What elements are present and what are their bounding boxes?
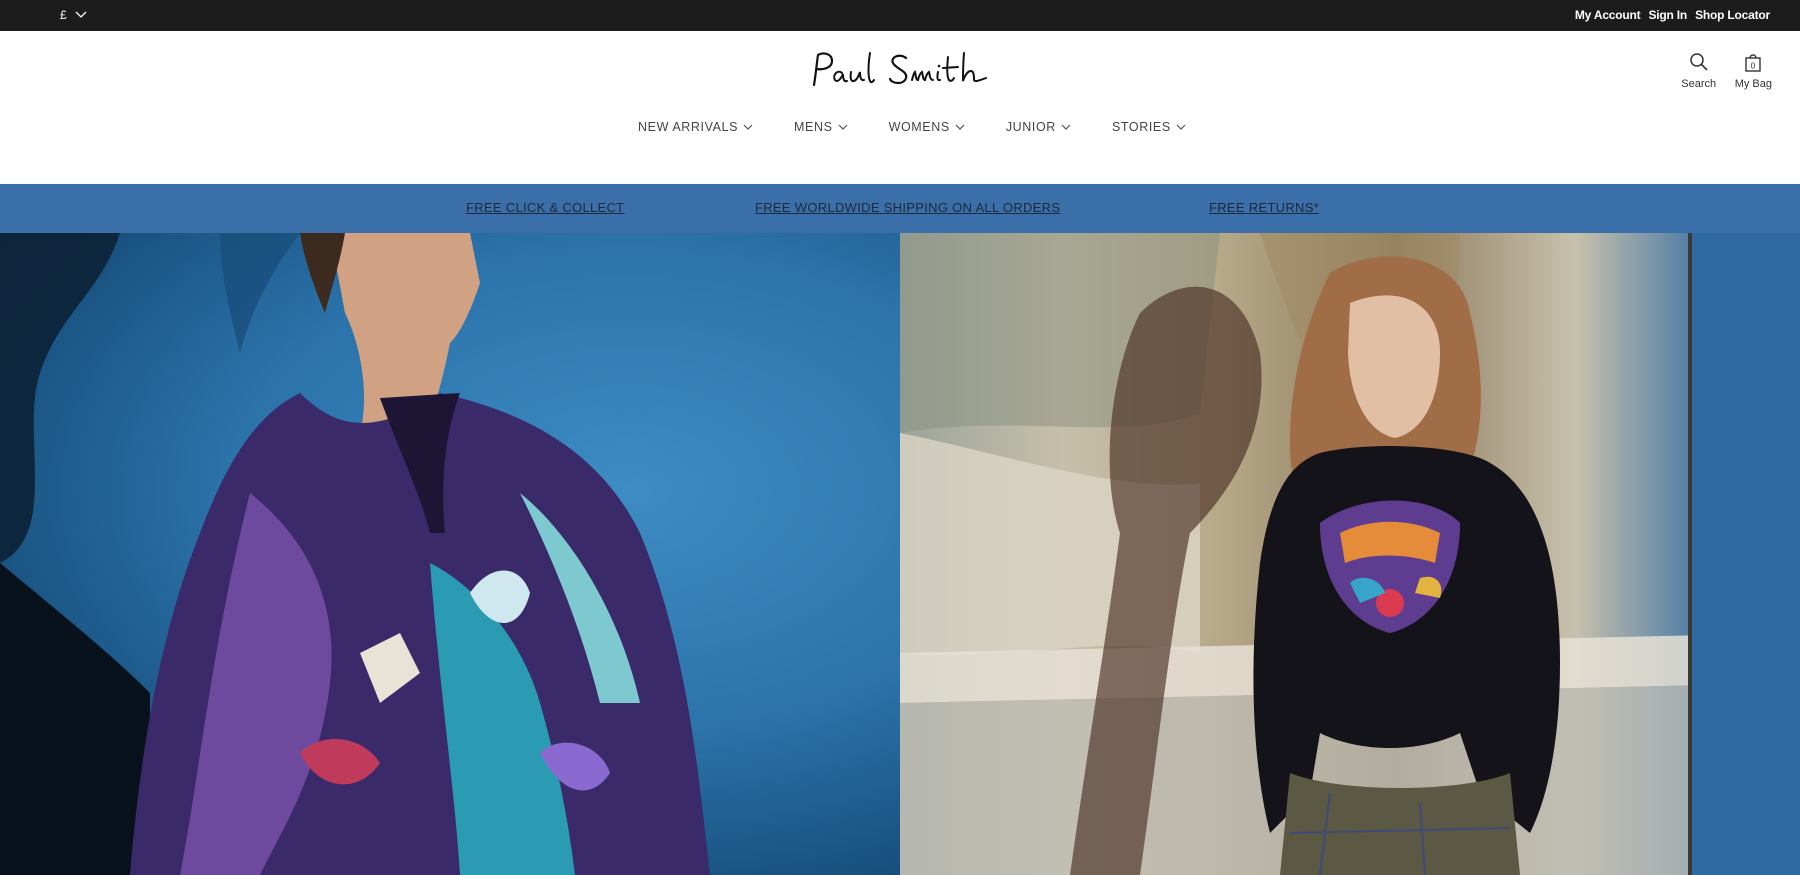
nav-stories-label: STORIES bbox=[1111, 120, 1171, 134]
hero-panel-mens[interactable] bbox=[0, 233, 900, 875]
currency-symbol: £ bbox=[60, 8, 67, 22]
hero-panel-womens[interactable] bbox=[900, 233, 1800, 875]
free-shipping-link[interactable]: FREE WORLDWIDE SHIPPING ON ALL ORDERS bbox=[755, 200, 1060, 215]
nav-stories[interactable]: STORIES bbox=[1112, 120, 1186, 134]
site-header: Search 0 My Bag bbox=[0, 31, 1800, 184]
search-button[interactable]: Search bbox=[1681, 51, 1717, 90]
promo-banner: FREE CLICK & COLLECT FREE WORLDWIDE SHIP… bbox=[0, 184, 1800, 233]
nav-new-arrivals[interactable]: NEW ARRIVALS bbox=[638, 120, 753, 134]
chevron-down-icon bbox=[1061, 124, 1071, 130]
my-bag-label: My Bag bbox=[1734, 78, 1772, 90]
shopping-bag-icon: 0 bbox=[1745, 54, 1762, 72]
my-account-link[interactable]: My Account bbox=[1575, 8, 1641, 22]
womens-photo-illustration bbox=[900, 233, 1800, 875]
nav-new-arrivals-label: NEW ARRIVALS bbox=[638, 120, 739, 134]
search-icon bbox=[1689, 53, 1708, 71]
nav-mens[interactable]: MENS bbox=[794, 120, 848, 134]
main-navigation: NEW ARRIVALS MENS WOMENS JUNIOR STORIES bbox=[638, 120, 1186, 134]
utility-bar: £ My Account Sign In Shop Locator bbox=[0, 0, 1800, 31]
chevron-down-icon bbox=[838, 124, 847, 130]
nav-womens-label: WOMENS bbox=[888, 120, 950, 134]
nav-womens[interactable]: WOMENS bbox=[889, 120, 965, 134]
shop-locator-link[interactable]: Shop Locator bbox=[1695, 8, 1770, 22]
paul-smith-logo-icon bbox=[812, 52, 987, 87]
chevron-down-icon bbox=[743, 124, 753, 130]
header-actions: Search 0 My Bag bbox=[1681, 51, 1772, 90]
my-bag-button[interactable]: 0 My Bag bbox=[1735, 51, 1772, 90]
chevron-down-icon bbox=[1176, 124, 1186, 130]
hero-section bbox=[0, 233, 1800, 875]
utility-links: My Account Sign In Shop Locator bbox=[1575, 8, 1770, 22]
free-returns-link[interactable]: FREE RETURNS* bbox=[1209, 200, 1319, 215]
nav-junior-label: JUNIOR bbox=[1005, 120, 1056, 134]
mens-photo-illustration bbox=[0, 233, 710, 875]
nav-mens-label: MENS bbox=[794, 120, 833, 134]
currency-selector[interactable]: £ bbox=[60, 8, 87, 22]
sign-in-link[interactable]: Sign In bbox=[1648, 8, 1687, 22]
search-label: Search bbox=[1681, 78, 1717, 90]
nav-junior[interactable]: JUNIOR bbox=[1006, 120, 1071, 134]
brand-logo[interactable] bbox=[808, 49, 992, 91]
chevron-down-icon bbox=[75, 11, 87, 18]
click-collect-link[interactable]: FREE CLICK & COLLECT bbox=[466, 200, 624, 215]
bag-count: 0 bbox=[1751, 62, 1756, 71]
chevron-down-icon bbox=[955, 124, 965, 130]
